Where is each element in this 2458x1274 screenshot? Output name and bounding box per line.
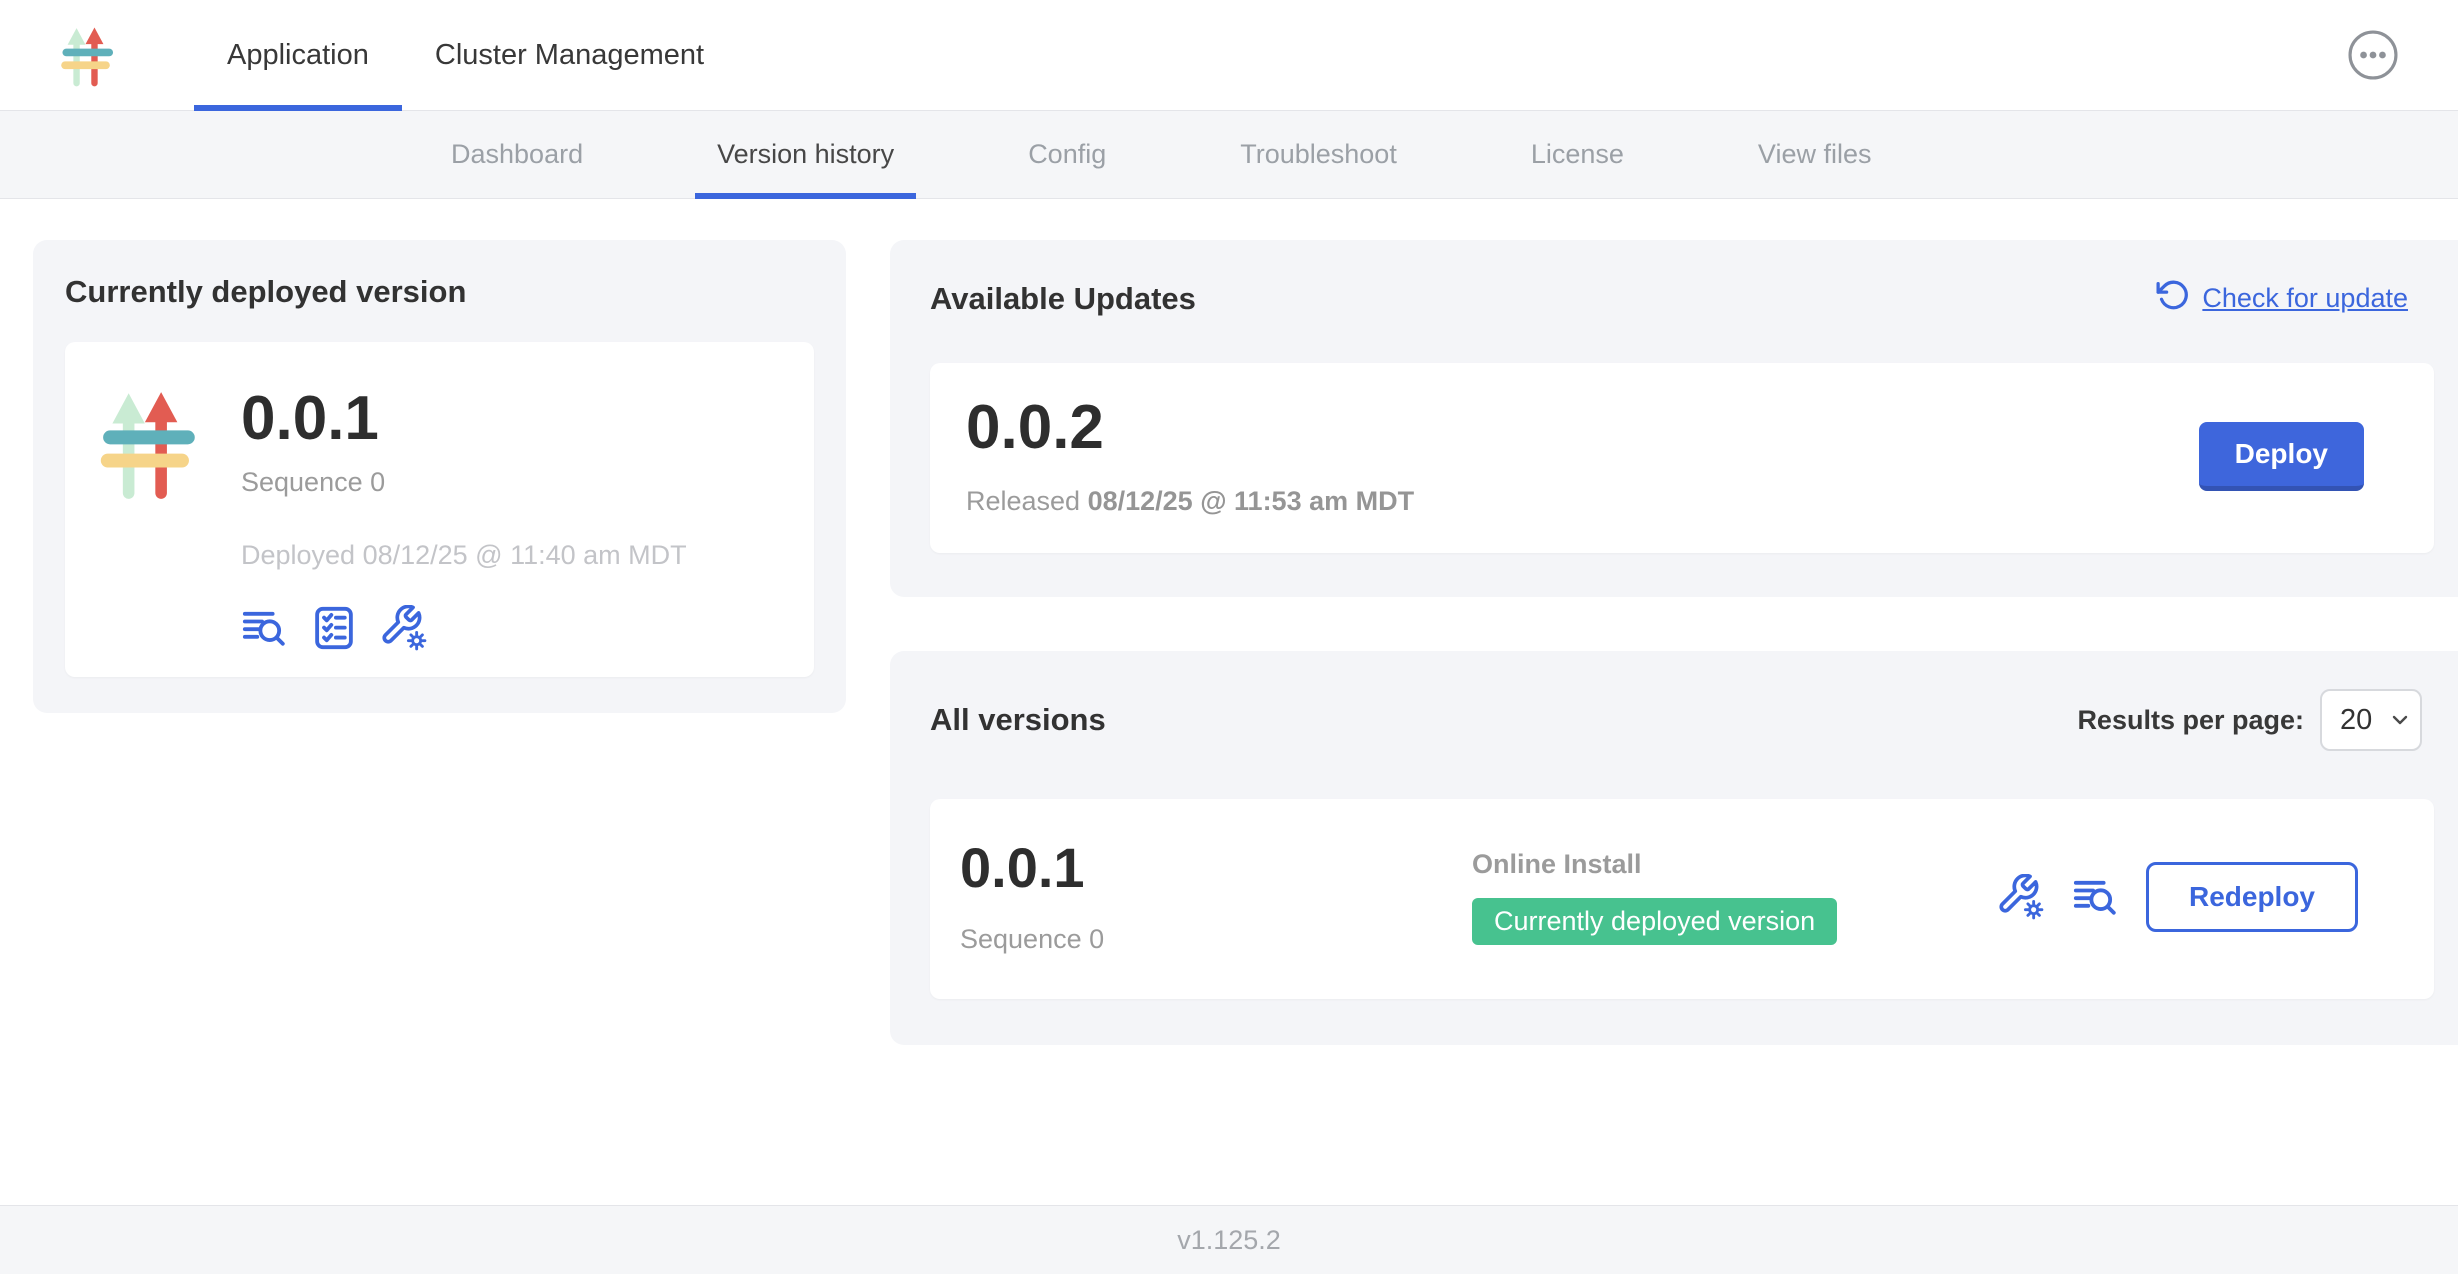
right-column: Available Updates Check for update 0.0.2… (890, 240, 2458, 1045)
ellipsis-circle-icon (2346, 70, 2400, 85)
all-versions-card: All versions Results per page: 20 (890, 651, 2458, 1045)
deployed-version-number: 0.0.1 (241, 386, 687, 451)
subtab-view-files-label: View files (1758, 139, 1872, 170)
deployed-timestamp: Deployed 08/12/25 @ 11:40 am MDT (241, 540, 687, 571)
subtab-troubleshoot[interactable]: Troubleshoot (1218, 111, 1419, 198)
version-row: 0.0.1 Sequence 0 Online Install Currentl… (930, 799, 2434, 999)
app-logo-icon (58, 19, 122, 91)
update-version-number: 0.0.2 (966, 395, 1414, 460)
app-sub-nav: Dashboard Version history Config Trouble… (0, 111, 2458, 199)
console-footer: v1.125.2 (0, 1205, 2458, 1274)
subtab-version-history[interactable]: Version history (695, 111, 916, 198)
subtab-version-history-label: Version history (717, 139, 894, 170)
subtab-license[interactable]: License (1509, 111, 1646, 198)
deployed-sequence: Sequence 0 (241, 467, 687, 498)
row-version-number: 0.0.1 (960, 839, 1472, 898)
available-updates-card: Available Updates Check for update 0.0.2… (890, 240, 2458, 597)
refresh-icon (2156, 278, 2190, 319)
update-released-timestamp: Released 08/12/25 @ 11:53 am MDT (966, 486, 1414, 517)
subtab-license-label: License (1531, 139, 1624, 170)
update-row: 0.0.2 Released 08/12/25 @ 11:53 am MDT D… (930, 363, 2434, 553)
tab-application-label: Application (227, 39, 369, 72)
available-updates-title: Available Updates (930, 281, 1196, 317)
results-per-page: Results per page: 20 (2077, 689, 2422, 751)
tab-cluster-management-label: Cluster Management (435, 39, 704, 72)
subtab-dashboard[interactable]: Dashboard (429, 111, 605, 198)
logs-icon[interactable] (2072, 874, 2118, 920)
install-type-label: Online Install (1472, 849, 1998, 880)
subtab-view-files[interactable]: View files (1736, 111, 1894, 198)
preflight-checks-icon[interactable] (311, 605, 357, 651)
row-action-icons: Redeploy (1998, 862, 2358, 932)
check-for-update-label: Check for update (2202, 283, 2408, 314)
redeploy-button[interactable]: Redeploy (2146, 862, 2358, 932)
subtab-config-label: Config (1028, 139, 1106, 170)
logs-icon[interactable] (241, 605, 287, 651)
results-per-page-select[interactable]: 20 (2320, 689, 2422, 751)
all-versions-title: All versions (930, 702, 1106, 738)
console-version: v1.125.2 (1177, 1225, 1281, 1256)
results-per-page-label: Results per page: (2077, 705, 2304, 736)
more-menu-button[interactable] (2346, 28, 2400, 82)
config-icon[interactable] (381, 605, 427, 651)
deploy-button[interactable]: Deploy (2199, 422, 2364, 491)
check-for-update-link[interactable]: Check for update (2156, 278, 2408, 319)
main-content: Currently deployed version 0.0.1 Sequenc (0, 199, 2458, 1045)
row-sequence: Sequence 0 (960, 924, 1472, 955)
tab-cluster-management[interactable]: Cluster Management (402, 0, 737, 110)
app-logo-icon (95, 380, 211, 504)
version-action-icons (241, 605, 687, 651)
subtab-troubleshoot-label: Troubleshoot (1240, 139, 1397, 170)
tab-application[interactable]: Application (194, 0, 402, 110)
subtab-config[interactable]: Config (1006, 111, 1128, 198)
subtab-dashboard-label: Dashboard (451, 139, 583, 170)
currently-deployed-version-card: 0.0.1 Sequence 0 Deployed 08/12/25 @ 11:… (65, 342, 814, 677)
top-nav: Application Cluster Management (194, 0, 737, 110)
currently-deployed-title: Currently deployed version (65, 274, 814, 310)
config-icon[interactable] (1998, 874, 2044, 920)
currently-deployed-card: Currently deployed version 0.0.1 Sequenc (33, 240, 846, 713)
currently-deployed-badge: Currently deployed version (1472, 898, 1837, 945)
top-bar: Application Cluster Management (0, 0, 2458, 111)
